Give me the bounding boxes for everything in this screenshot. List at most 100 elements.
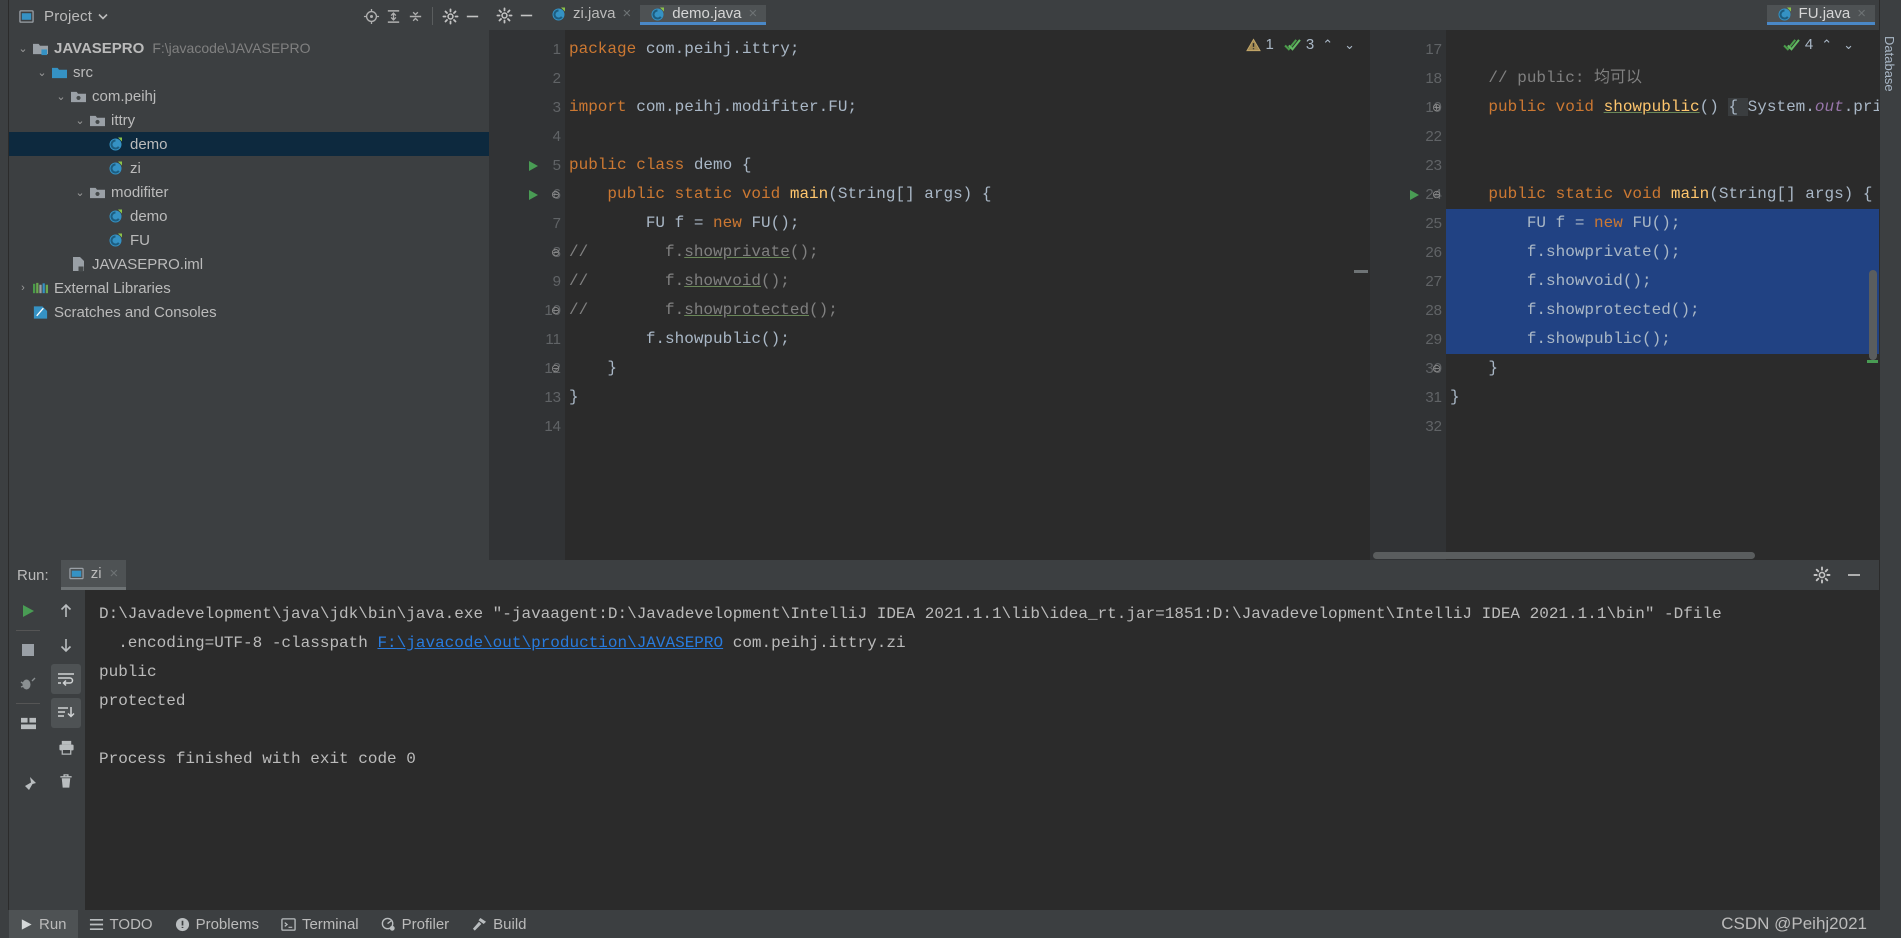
gutter-run-icon[interactable] [1408,189,1420,201]
code-line[interactable]: } [1446,383,1879,412]
code-line[interactable]: } [565,354,1368,383]
code-line[interactable]: f.showpublic(); [565,325,1368,354]
project-tree[interactable]: ⌄ JAVASEPRO F:\javacode\JAVASEPRO ⌄ src ⌄ com.… [9,32,489,324]
code-line[interactable]: public static void main(String[] args) { [565,180,1368,209]
tree-expand-arrow-icon[interactable]: ⌄ [34,66,50,79]
gutter-run-icon[interactable] [527,189,539,201]
soft-wrap-icon[interactable] [51,664,81,694]
tree-item-zi[interactable]: zi [9,156,489,180]
scroll-to-end-icon[interactable] [51,698,81,728]
chevron-up-icon[interactable]: ⌃ [1319,37,1336,53]
code-line[interactable] [565,122,1368,151]
editor-tab-fu-java[interactable]: FU.java × [1766,5,1875,25]
code-fold-icon[interactable]: ⊖ [551,188,560,201]
code-line[interactable]: // f.showprotected(); [565,296,1368,325]
code-line[interactable] [1446,151,1879,180]
code-line[interactable]: } [1446,354,1879,383]
run-configuration-tab[interactable]: zi × [60,560,127,590]
chevron-down-icon[interactable]: ⌄ [1341,37,1358,53]
tree-expand-arrow-icon[interactable]: ⌄ [72,186,88,199]
close-icon[interactable]: × [110,565,119,582]
warning-triangle-icon[interactable] [1245,37,1261,52]
vscroll-thumb[interactable] [1869,270,1877,360]
code-line[interactable] [1446,412,1879,441]
code-fold-icon[interactable]: ⊖ [551,304,560,317]
right-editor-hscrollbar[interactable] [1370,551,1879,560]
gutter-run-icon[interactable] [527,160,539,172]
status-bar-item-todo[interactable]: TODO [78,910,164,938]
right-inspection-widget[interactable]: 4 ⌃ ⌄ [1783,36,1857,53]
trash-icon[interactable] [51,766,81,796]
tree-item-com-peihj[interactable]: ⌄ com.peihj [9,84,489,108]
code-fold-icon[interactable]: ⊖ [551,362,560,375]
code-line[interactable]: } [565,383,1368,412]
left-editor-gutter[interactable]: 1 2 3 4 5 6 ⊖ 7 8 ⊖ 9 10 ⊖ 11 12 ⊖ 13 14 [489,30,565,560]
code-line[interactable]: import com.peihj.modifiter.FU; [565,93,1368,122]
debug-icon[interactable] [13,669,43,699]
code-fold-icon[interactable]: ⊖ [1432,362,1441,375]
gear-icon[interactable] [493,4,515,26]
run-console-output[interactable]: D:\Javadevelopment\java\jdk\bin\java.exe… [85,590,1879,910]
chevron-up-icon[interactable]: ⌃ [1818,37,1835,53]
tree-item-src[interactable]: ⌄ src [9,60,489,84]
tree-expand-arrow-icon[interactable]: › [15,282,31,294]
left-editor-pane[interactable]: 1 2 3 4 5 6 ⊖ 7 8 ⊖ 9 10 ⊖ 11 12 ⊖ 13 14 package com.peih… [489,30,1368,560]
code-line[interactable]: public void showpublic() { System.out.pr… [1446,93,1879,122]
expand-all-icon[interactable] [382,5,404,27]
tree-item-ittry[interactable]: ⌄ ittry [9,108,489,132]
minimize-icon[interactable] [515,4,537,26]
code-line[interactable]: f.showvoid(); [1446,267,1879,296]
right-editor-code[interactable]: // public: 均可以 public void showpublic() … [1446,30,1879,560]
code-line[interactable]: // public: 均可以 [1446,64,1879,93]
arrow-up-icon[interactable] [51,596,81,626]
console-path-link[interactable]: F:\javacode\out\production\JAVASEPRO [377,634,723,652]
tree-item-modifiter[interactable]: ⌄ modifiter [9,180,489,204]
right-strip-database-label[interactable]: Database [1882,36,1897,92]
left-editor-code[interactable]: package com.peihj.ittry; import com.peih… [565,30,1368,560]
code-line[interactable]: f.showpublic(); [1446,325,1879,354]
code-line[interactable]: FU f = new FU(); [1446,209,1879,238]
code-line[interactable]: public static void main(String[] args) { [1446,180,1879,209]
chevron-down-icon[interactable] [92,5,114,27]
right-editor-vscrollbar[interactable] [1867,30,1879,560]
inspection-ok-icon[interactable] [1284,38,1301,52]
tree-expand-arrow-icon[interactable]: ⌄ [72,114,88,127]
tree-item-external-libraries[interactable]: › External Libraries [9,276,489,300]
status-bar-item-profiler[interactable]: Profiler [370,910,461,938]
editor-tab-demo-java[interactable]: demo.java × [640,5,767,25]
rerun-button[interactable] [13,596,43,626]
tree-item-demo[interactable]: demo [9,132,489,156]
print-icon[interactable] [51,732,81,762]
code-line[interactable]: // f.showvoid(); [565,267,1368,296]
locate-icon[interactable] [360,5,382,27]
hscroll-thumb[interactable] [1373,552,1755,559]
gear-icon[interactable] [1811,564,1833,586]
code-line[interactable]: public class demo { [565,151,1368,180]
code-line[interactable]: f.showprivate(); [1446,238,1879,267]
code-line[interactable]: // f.showprivate(); [565,238,1368,267]
code-fold-icon[interactable]: ⊖ [551,246,560,259]
tree-expand-arrow-icon[interactable]: ⌄ [53,90,69,103]
tree-item-demo[interactable]: demo [9,204,489,228]
code-fold-icon[interactable]: ⊖ [1432,188,1441,201]
stop-button[interactable] [13,635,43,665]
minimize-icon[interactable] [461,5,483,27]
code-fold-icon[interactable]: ⊕ [1432,101,1441,114]
close-icon[interactable]: × [623,5,632,22]
code-line[interactable] [565,64,1368,93]
gear-icon[interactable] [439,5,461,27]
code-line[interactable] [1446,122,1879,151]
tree-item-javasepro[interactable]: ⌄ JAVASEPRO F:\javacode\JAVASEPRO [9,36,489,60]
tree-item-javasepro-iml[interactable]: JAVASEPRO.iml [9,252,489,276]
minimize-icon[interactable] [1843,564,1865,586]
right-editor-pane[interactable]: 17 18 19 ⊕ 22 23 24 ⊖ 25 26 27 28 29 30 ⊖ 31 32 // publi… [1370,30,1879,560]
project-panel-title[interactable]: Project [44,8,92,25]
status-bar-item-problems[interactable]: Problems [164,910,270,938]
editor-tab-zi-java[interactable]: zi.java × [541,5,640,25]
left-inspection-widget[interactable]: 1 3 ⌃ ⌄ [1245,36,1359,53]
tree-expand-arrow-icon[interactable]: ⌄ [15,42,31,55]
status-bar-item-build[interactable]: Build [460,910,537,938]
code-line[interactable]: FU f = new FU(); [565,209,1368,238]
chevron-down-icon[interactable]: ⌄ [1840,37,1857,53]
right-editor-gutter[interactable]: 17 18 19 ⊕ 22 23 24 ⊖ 25 26 27 28 29 30 ⊖ 31 32 [1370,30,1446,560]
